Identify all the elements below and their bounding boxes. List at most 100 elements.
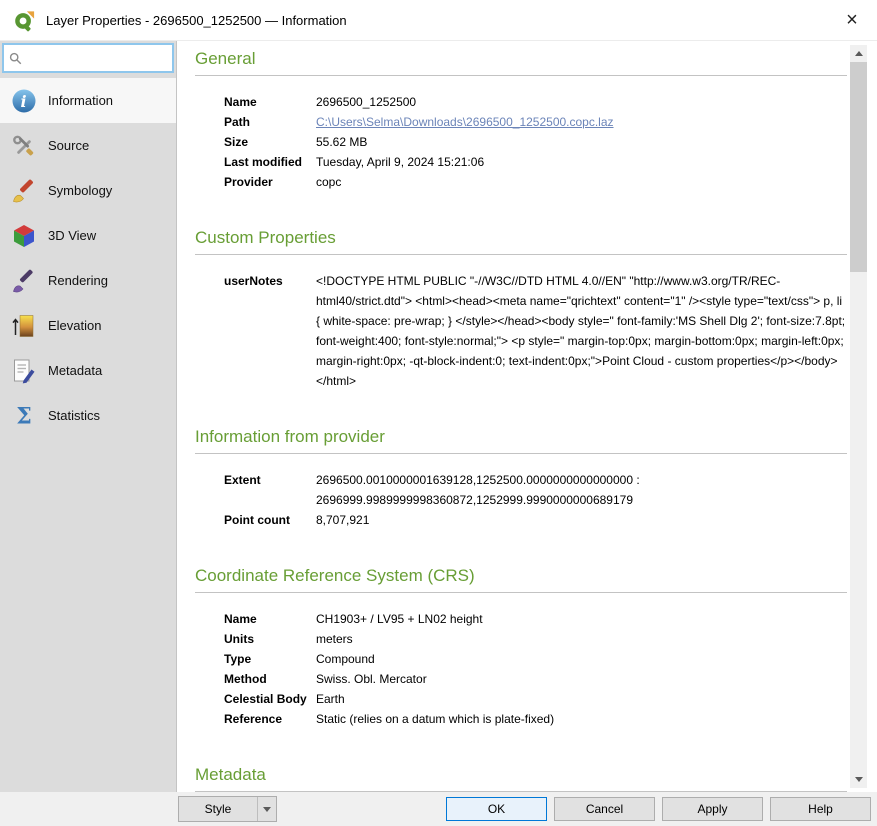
property-label: userNotes [224,271,316,391]
property-table: NameCH1903+ / LV95 + LN02 heightUnitsmet… [224,609,847,729]
chevron-down-icon [257,797,276,821]
sidebar-item-symbology[interactable]: Symbology [0,168,176,213]
sidebar-item-information[interactable]: i Information [0,78,176,123]
sidebar-item-label: Source [48,138,89,153]
svg-text:Σ: Σ [16,403,32,429]
property-value: Tuesday, April 9, 2024 15:21:06 [316,152,847,172]
section-divider [195,75,847,76]
property-label: Units [224,629,316,649]
property-table: userNotes<!DOCTYPE HTML PUBLIC "-//W3C//… [224,271,847,391]
property-value: Static (relies on a datum which is plate… [316,709,847,729]
symbology-icon [9,176,39,206]
property-label: Last modified [224,152,316,172]
sidebar-item-source[interactable]: Source [0,123,176,168]
section-divider [195,453,847,454]
property-value: copc [316,172,847,192]
footer-button-bar: Style OK Cancel Apply Help [0,792,877,826]
property-label: Path [224,112,316,132]
sidebar-item-label: Rendering [48,273,108,288]
sidebar-item-elevation[interactable]: Elevation [0,303,176,348]
apply-button[interactable]: Apply [662,797,763,821]
sidebar-item-label: Elevation [48,318,101,333]
section-heading: Information from provider [195,427,847,447]
sidebar-item-label: 3D View [48,228,96,243]
property-value: meters [316,629,847,649]
property-value: C:\Users\Selma\Downloads\2696500_1252500… [316,112,847,132]
sidebar-item-label: Symbology [48,183,112,198]
style-button-label: Style [179,802,257,816]
layer-properties-dialog: Layer Properties - 2696500_1252500 — Inf… [0,0,877,826]
elevation-gradient-icon [9,311,39,341]
dialog-body: i Information Source Symbology 3D View Render… [0,41,877,792]
section-heading: Coordinate Reference System (CRS) [195,566,847,586]
file-path-link[interactable]: C:\Users\Selma\Downloads\2696500_1252500… [316,115,614,129]
close-icon[interactable]: × [835,1,869,39]
sidebar: i Information Source Symbology 3D View Render… [0,41,177,792]
metadata-document-icon [9,356,39,386]
section-custom-properties: Custom Properties userNotes<!DOCTYPE HTML… [195,228,847,391]
svg-text:i: i [20,92,26,111]
sigma-icon: Σ [9,401,39,431]
titlebar: Layer Properties - 2696500_1252500 — Inf… [0,0,877,41]
sidebar-item-rendering[interactable]: Rendering [0,258,176,303]
section-general: General Name2696500_1252500PathC:\Users\S… [195,49,847,192]
cancel-button[interactable]: Cancel [554,797,655,821]
qgis-logo-icon [12,8,36,32]
scroll-down-arrow-icon[interactable] [850,771,867,788]
section-heading: General [195,49,847,69]
property-table: Name2696500_1252500PathC:\Users\Selma\Do… [224,92,847,192]
property-label: Point count [224,510,316,530]
ok-button[interactable]: OK [446,797,547,821]
window-title: Layer Properties - 2696500_1252500 — Inf… [46,13,347,28]
property-label: Type [224,649,316,669]
property-label: Provider [224,172,316,192]
sidebar-item-3d-view[interactable]: 3D View [0,213,176,258]
property-label: Extent [224,470,316,510]
sidebar-item-metadata[interactable]: Metadata [0,348,176,393]
property-value: 2696500_1252500 [316,92,847,112]
property-label: Size [224,132,316,152]
sidebar-list: i Information Source Symbology 3D View Render… [0,78,176,792]
section-divider [195,254,847,255]
scrollbar-track[interactable] [850,62,867,771]
property-value: 55.62 MB [316,132,847,152]
cube-3d-icon [9,221,39,251]
property-value: 2696500.0010000001639128,1252500.0000000… [316,470,847,510]
scroll-up-arrow-icon[interactable] [850,45,867,62]
property-value: CH1903+ / LV95 + LN02 height [316,609,847,629]
search-box[interactable] [2,43,174,73]
scrollbar-thumb[interactable] [850,62,867,272]
section-metadata: Metadata [195,765,847,792]
property-value: 8,707,921 [316,510,847,530]
property-value: Swiss. Obl. Mercator [316,669,847,689]
property-value: Earth [316,689,847,709]
section-coordinate-reference-system-crs-: Coordinate Reference System (CRS) NameCH1… [195,566,847,729]
section-heading: Metadata [195,765,847,785]
property-label: Reference [224,709,316,729]
sidebar-item-statistics[interactable]: Σ Statistics [0,393,176,438]
source-icon [9,131,39,161]
property-table: Extent2696500.0010000001639128,1252500.0… [224,470,847,530]
section-divider [195,592,847,593]
property-label: Celestial Body [224,689,316,709]
sidebar-item-label: Metadata [48,363,102,378]
content-sections: GeneralName2696500_1252500PathC:\Users\S… [177,41,877,792]
paintbrush-icon [9,266,39,296]
property-value: Compound [316,649,847,669]
dialog-buttons: OK Cancel Apply Help [446,797,871,821]
property-label: Name [224,92,316,112]
property-label: Name [224,609,316,629]
vertical-scrollbar[interactable] [850,45,867,788]
information-icon: i [9,86,39,116]
content-panel: GeneralName2696500_1252500PathC:\Users\S… [177,41,877,792]
sidebar-item-label: Information [48,93,113,108]
style-button[interactable]: Style [178,796,277,822]
search-icon [9,52,22,65]
sidebar-item-label: Statistics [48,408,100,423]
help-button[interactable]: Help [770,797,871,821]
search-input[interactable] [26,50,167,66]
section-heading: Custom Properties [195,228,847,248]
section-information-from-provider: Information from provider Extent2696500.0… [195,427,847,530]
property-value: <!DOCTYPE HTML PUBLIC "-//W3C//DTD HTML … [316,271,847,391]
property-label: Method [224,669,316,689]
